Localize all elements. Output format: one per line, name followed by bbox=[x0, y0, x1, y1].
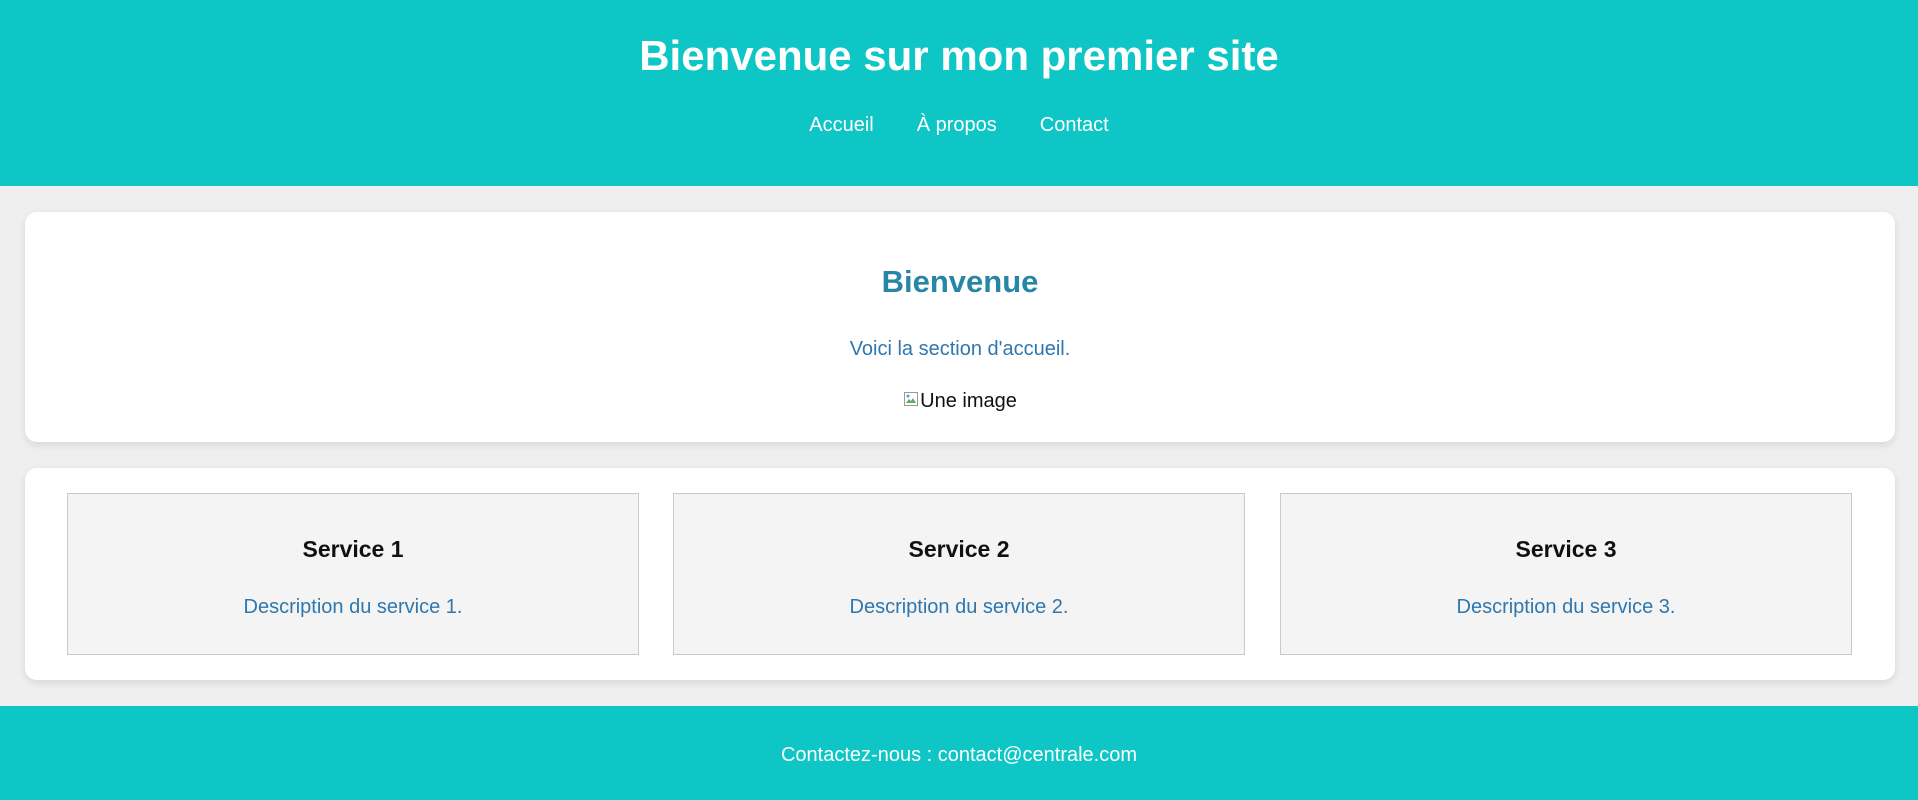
service-card-1: Service 1 Description du service 1. bbox=[67, 493, 639, 655]
welcome-section: Bienvenue Voici la section d'accueil. Un… bbox=[25, 212, 1895, 442]
service-description: Description du service 3. bbox=[1456, 596, 1676, 618]
service-title: Service 3 bbox=[1515, 536, 1617, 562]
site-header: Bienvenue sur mon premier site Accueil À… bbox=[0, 0, 1918, 186]
service-card-3: Service 3 Description du service 3. bbox=[1280, 493, 1852, 655]
nav-link-accueil[interactable]: Accueil bbox=[809, 110, 873, 140]
welcome-title: Bienvenue bbox=[881, 264, 1039, 299]
main-nav: Accueil À propos Contact bbox=[0, 110, 1918, 140]
service-title: Service 2 bbox=[908, 536, 1010, 562]
image-alt-text: Une image bbox=[920, 389, 1017, 412]
services-section: Service 1 Description du service 1. Serv… bbox=[25, 468, 1895, 680]
broken-image-icon bbox=[903, 390, 919, 406]
site-title: Bienvenue sur mon premier site bbox=[639, 32, 1279, 79]
service-description: Description du service 2. bbox=[849, 596, 1069, 618]
service-title: Service 1 bbox=[302, 536, 404, 562]
welcome-text: Voici la section d'accueil. bbox=[849, 338, 1071, 360]
footer-contact-text: Contactez-nous : contact@centrale.com bbox=[780, 744, 1138, 766]
site-footer: Contactez-nous : contact@centrale.com bbox=[0, 706, 1918, 800]
nav-link-contact[interactable]: Contact bbox=[1040, 110, 1109, 140]
nav-link-a-propos[interactable]: À propos bbox=[917, 110, 997, 140]
service-card-2: Service 2 Description du service 2. bbox=[673, 493, 1245, 655]
service-description: Description du service 1. bbox=[243, 596, 463, 618]
broken-image: Une image bbox=[25, 387, 1895, 415]
